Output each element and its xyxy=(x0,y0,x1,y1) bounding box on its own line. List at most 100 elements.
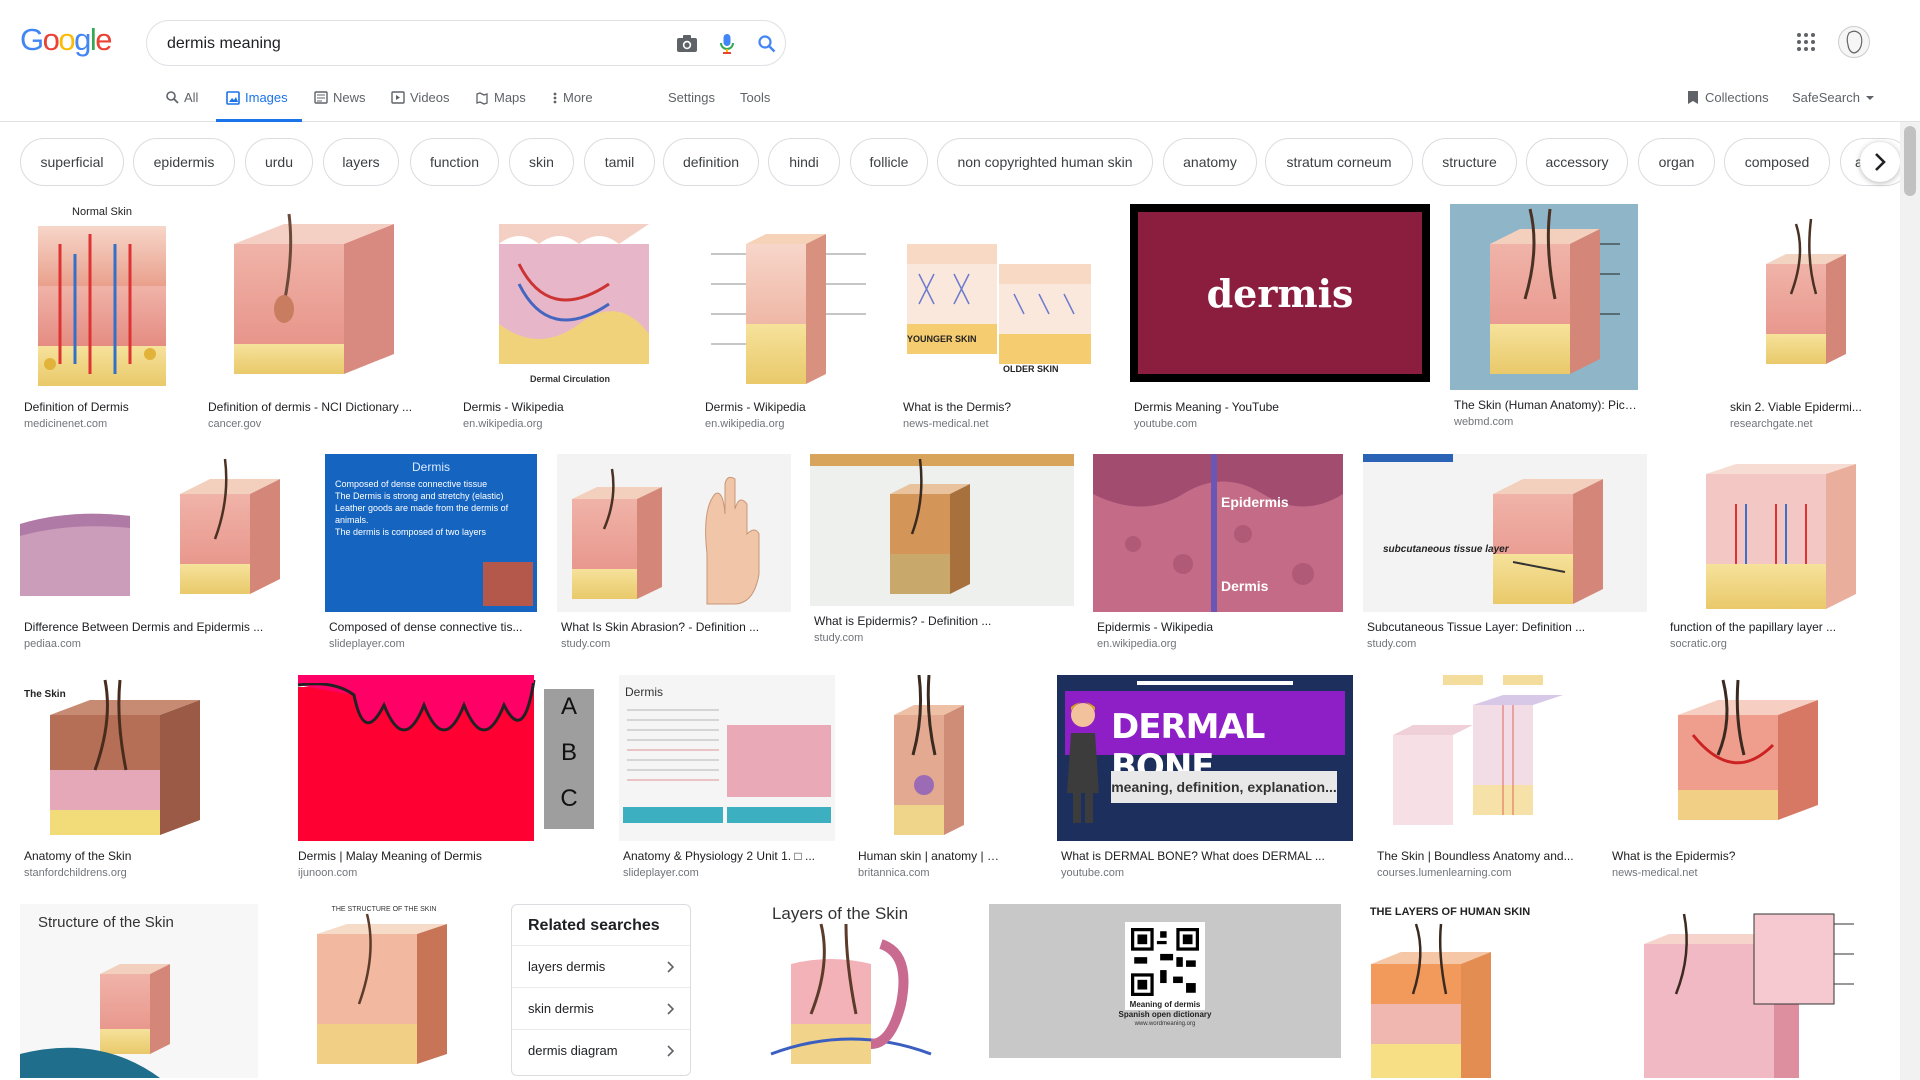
search-icon[interactable] xyxy=(755,32,779,56)
result-thumbnail xyxy=(204,204,438,392)
result-title: Definition of dermis - NCI Dictionary ..… xyxy=(208,400,413,414)
result-title: Dermis - Wikipedia xyxy=(463,400,564,414)
thumbnail-label: Dermis xyxy=(1221,578,1269,594)
chip[interactable]: follicle xyxy=(850,138,928,186)
image-result[interactable]: Dermis - Wikipedia en.wikipedia.org xyxy=(701,204,879,430)
thumbnail-label: www.wordmeaning.org xyxy=(1134,1021,1196,1027)
image-result[interactable]: THE LAYERS OF HUMAN SKIN xyxy=(1361,904,1539,1078)
apps-grid-icon[interactable] xyxy=(1796,32,1816,52)
chips-next-button[interactable] xyxy=(1860,142,1900,182)
result-title: Subcutaneous Tissue Layer: Definition ..… xyxy=(1367,620,1586,634)
image-result[interactable]: THE STRUCTURE OF THE SKIN xyxy=(277,904,491,1078)
tab-maps[interactable]: Maps xyxy=(475,90,526,122)
google-logo[interactable]: Google xyxy=(20,22,112,58)
image-result[interactable]: Meaning of dermis Spanish open dictionar… xyxy=(989,904,1341,1058)
chip[interactable]: hindi xyxy=(768,138,840,186)
result-thumbnail xyxy=(1608,675,1880,841)
collections-link[interactable]: Collections xyxy=(1687,90,1769,105)
chip[interactable]: stratum corneum xyxy=(1265,138,1413,186)
chip[interactable]: epidermis xyxy=(133,138,235,186)
related-search-item[interactable]: dermis diagram xyxy=(512,1029,690,1071)
image-result[interactable]: The Skin | Boundless Anatomy and... cour… xyxy=(1373,675,1589,879)
chip[interactable]: layers xyxy=(323,138,399,186)
safesearch-dropdown[interactable]: SafeSearch xyxy=(1792,90,1874,105)
image-result[interactable] xyxy=(1594,904,1880,1078)
image-result[interactable]: A B C Dermis | Malay Meaning of Dermis i… xyxy=(294,675,598,879)
chip[interactable]: definition xyxy=(663,138,759,186)
result-source: stanfordchildrens.org xyxy=(24,867,127,879)
chip[interactable]: accessory xyxy=(1526,138,1628,186)
search-input[interactable] xyxy=(167,33,647,55)
chip[interactable]: anatomy xyxy=(1163,138,1257,186)
image-result[interactable]: What is the Epidermis? news-medical.net xyxy=(1608,675,1880,879)
image-result[interactable]: dermis Dermis Meaning - YouTube youtube.… xyxy=(1130,204,1430,430)
result-thumbnail: Dermis xyxy=(619,675,835,841)
image-result[interactable]: Dermis Anatomy & Physiology 2 Unit 1. □ … xyxy=(619,675,835,879)
dropdown-arrow-icon xyxy=(1865,96,1874,100)
image-result[interactable]: The Skin (Human Anatomy): Picture ... we… xyxy=(1450,204,1638,428)
camera-icon[interactable] xyxy=(675,32,699,56)
microphone-icon[interactable] xyxy=(715,32,739,56)
result-title: Anatomy of the Skin xyxy=(24,849,132,863)
result-title: The Skin | Boundless Anatomy and... xyxy=(1377,849,1574,863)
image-result[interactable]: Layers of the Skin xyxy=(711,904,969,1078)
tab-images[interactable]: Images xyxy=(216,90,302,122)
tab-label: Images xyxy=(245,90,288,105)
slide-bullet: Composed of dense connective tissue xyxy=(335,479,488,489)
image-result[interactable]: What is Epidermis? - Definition ... stud… xyxy=(810,454,1074,644)
map-icon xyxy=(476,92,488,105)
chip[interactable]: organ xyxy=(1638,138,1715,186)
chip[interactable]: function xyxy=(410,138,499,186)
chip[interactable]: structure xyxy=(1422,138,1517,186)
image-result[interactable]: subcutaneous tissue layer Subcutaneous T… xyxy=(1363,454,1647,650)
result-source: socratic.org xyxy=(1670,638,1727,650)
image-result[interactable]: Dermis Composed of dense connective tiss… xyxy=(325,454,537,650)
avatar[interactable] xyxy=(1838,26,1870,58)
scrollbar-thumb[interactable] xyxy=(1904,126,1916,196)
image-result[interactable]: Structure of the Skin xyxy=(20,904,258,1078)
related-search-item[interactable]: layers dermis xyxy=(512,945,690,987)
safesearch-label: SafeSearch xyxy=(1792,90,1860,105)
image-result[interactable]: skin 2. Viable Epidermi... researchgate.… xyxy=(1726,204,1880,430)
image-result[interactable]: The Skin Anatomy of the Skin stanfordchi… xyxy=(20,675,274,879)
page-scrollbar[interactable] xyxy=(1900,122,1920,1080)
chip[interactable]: composed xyxy=(1724,138,1830,186)
chip[interactable]: urdu xyxy=(245,138,313,186)
tab-all[interactable]: All xyxy=(166,90,198,122)
result-thumbnail xyxy=(1726,204,1880,392)
image-result[interactable]: DERMAL BONE meaning, definition, explana… xyxy=(1057,675,1353,879)
related-search-label: layers dermis xyxy=(528,959,606,974)
result-title: What is DERMAL BONE? What does DERMAL ..… xyxy=(1061,849,1325,863)
result-thumbnail: Dermal Circulation xyxy=(459,204,681,392)
related-search-item[interactable]: skin dermis xyxy=(512,987,690,1029)
image-result[interactable]: Epidermis Dermis Epidermis - Wikipedia e… xyxy=(1093,454,1343,650)
result-source: slideplayer.com xyxy=(329,638,405,650)
result-source: pediaa.com xyxy=(24,638,81,650)
search-box[interactable] xyxy=(146,20,786,66)
result-source: en.wikipedia.org xyxy=(463,418,543,430)
chip[interactable]: tamil xyxy=(584,138,655,186)
chip[interactable]: superficial xyxy=(20,138,124,186)
result-thumbnail: Meaning of dermis Spanish open dictionar… xyxy=(989,904,1341,1058)
chevron-right-icon xyxy=(667,1002,674,1015)
result-thumbnail xyxy=(810,454,1074,606)
result-title: Epidermis - Wikipedia xyxy=(1097,620,1214,634)
tools-link[interactable]: Tools xyxy=(740,90,770,122)
image-result[interactable]: function of the papillary layer ... socr… xyxy=(1666,454,1880,650)
result-thumbnail: Normal Skin xyxy=(20,204,184,392)
chip[interactable]: skin xyxy=(509,138,574,186)
chip[interactable]: non copyrighted human skin xyxy=(937,138,1153,186)
result-title: What Is Skin Abrasion? - Definition ... xyxy=(561,620,760,634)
settings-link[interactable]: Settings xyxy=(668,90,715,122)
tab-news[interactable]: News xyxy=(314,90,366,122)
image-result[interactable]: What Is Skin Abrasion? - Definition ... … xyxy=(557,454,791,650)
tab-more[interactable]: More xyxy=(552,90,593,122)
image-result[interactable]: Definition of dermis - NCI Dictionary ..… xyxy=(204,204,438,430)
image-result[interactable]: Difference Between Dermis and Epidermis … xyxy=(20,454,306,650)
result-thumbnail xyxy=(854,675,1004,841)
image-result[interactable]: Normal Skin Definition of Dermis medicin… xyxy=(20,204,184,430)
image-result[interactable]: Human skin | anatomy | Brita... britanni… xyxy=(854,675,1004,879)
image-result[interactable]: Dermal Circulation Dermis - Wikipedia en… xyxy=(459,204,681,430)
tab-videos[interactable]: Videos xyxy=(391,90,450,122)
image-result[interactable]: YOUNGER SKIN OLDER SKIN Dermis Meaning -… xyxy=(899,204,1110,430)
